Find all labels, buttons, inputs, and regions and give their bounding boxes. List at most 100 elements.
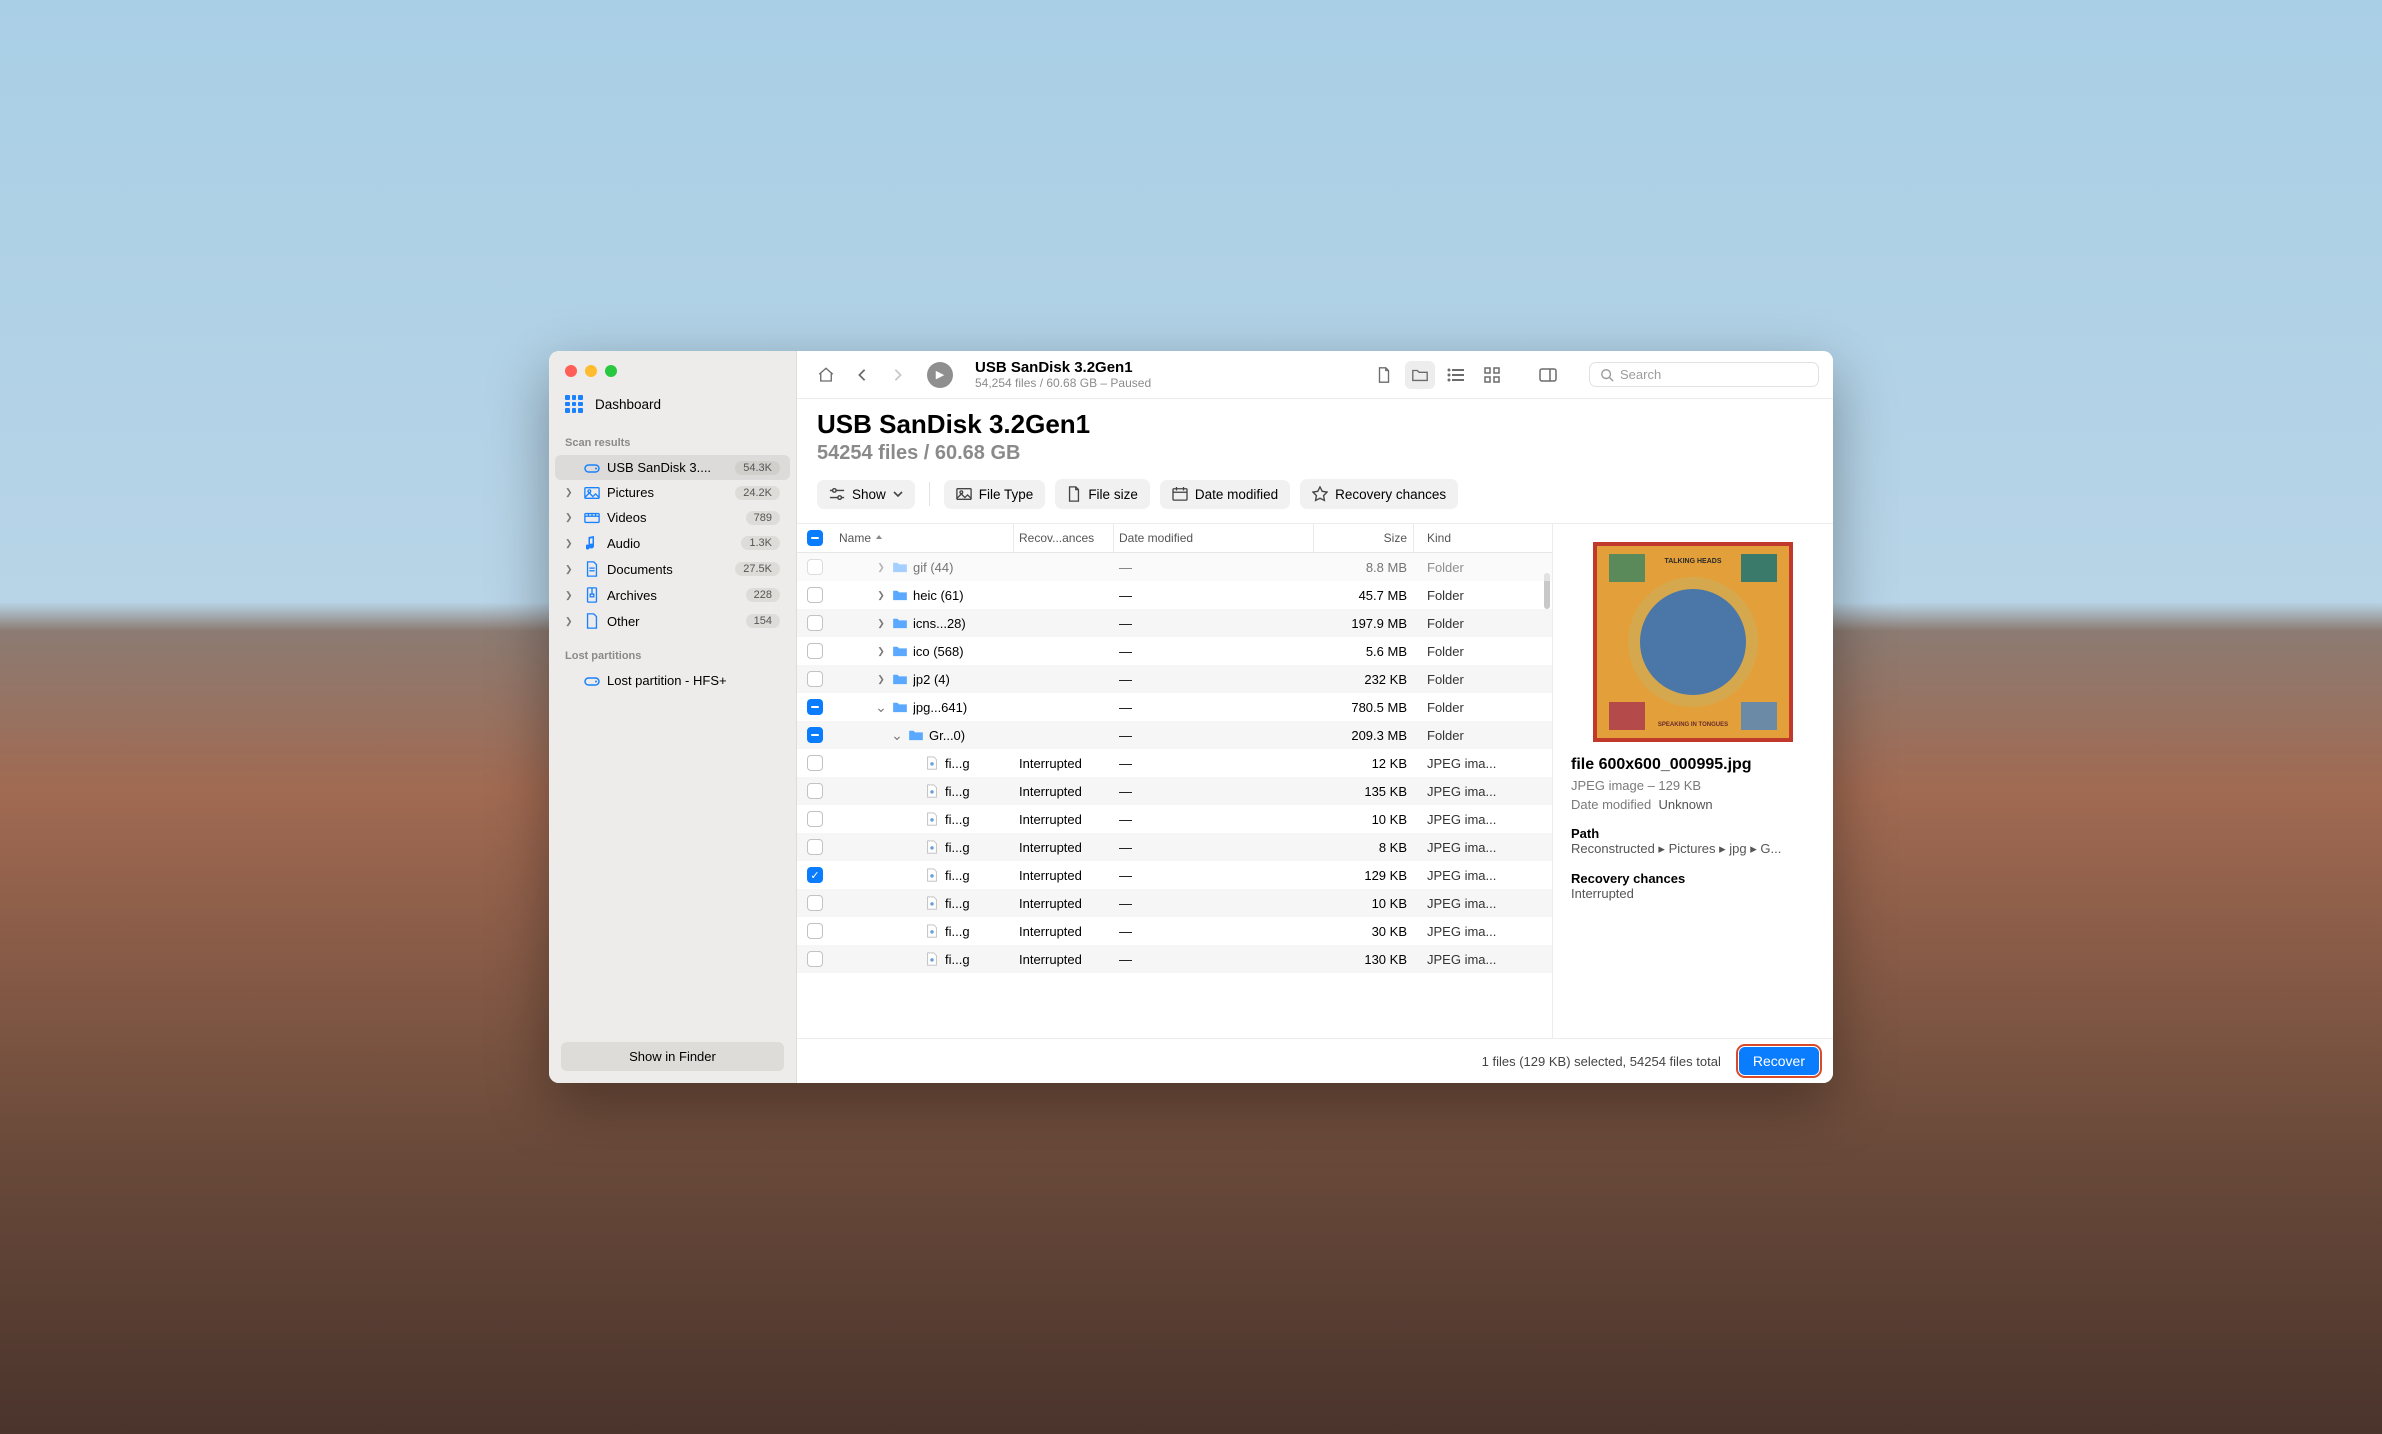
expand-toggle[interactable]: ❯ [875,562,887,573]
table-row[interactable]: fi...gInterrupted—30 KBJPEG ima... [797,917,1552,945]
row-checkbox[interactable] [807,839,823,855]
table-row[interactable]: fi...gInterrupted—10 KBJPEG ima... [797,805,1552,833]
show-in-finder-button[interactable]: Show in Finder [561,1042,784,1071]
row-checkbox[interactable] [807,951,823,967]
row-checkbox[interactable] [807,559,823,575]
sidebar-item-lost-partition[interactable]: Lost partition - HFS+ [555,668,790,693]
row-date: — [1113,840,1313,855]
sidebar-section-scan-results: Scan results [549,421,796,455]
sidebar-item-badge: 789 [746,511,780,525]
row-checkbox[interactable] [807,867,823,883]
back-button[interactable] [847,361,877,389]
row-name: fi...g [945,868,1007,883]
column-header-name[interactable]: Name [833,531,1013,545]
search-icon [1600,368,1614,382]
dashboard-grid-icon [565,395,583,413]
close-window-button[interactable] [565,365,577,377]
select-all-checkbox[interactable] [807,530,823,546]
file-icon [923,868,941,882]
details-date-modified: Date modified Unknown [1571,797,1815,812]
file-size-filter-button[interactable]: File size [1055,479,1150,509]
date-modified-filter-button[interactable]: Date modified [1160,480,1290,509]
date-modified-filter-label: Date modified [1195,487,1278,502]
file-icon [923,812,941,826]
table-row[interactable]: ❯icns...28)—197.9 MBFolder [797,609,1552,637]
details-meta: JPEG image – 129 KB [1571,778,1815,793]
sidebar-item-archives[interactable]: ❯Archives228 [555,582,790,608]
row-size: 10 KB [1313,896,1413,911]
sidebar-item-videos[interactable]: ❯Videos789 [555,505,790,530]
row-checkbox[interactable] [807,755,823,771]
table-row[interactable]: fi...gInterrupted—129 KBJPEG ima... [797,861,1552,889]
view-file-icon[interactable] [1369,361,1399,389]
column-header-recovery[interactable]: Recov...ances [1013,531,1113,545]
expand-toggle[interactable]: ❯ [875,646,887,657]
row-recovery: Interrupted [1013,840,1113,855]
expand-toggle[interactable]: ❯ [875,674,887,685]
expand-toggle[interactable]: ⌄ [891,732,903,738]
view-list-icon[interactable] [1441,361,1471,389]
sidebar-item-documents[interactable]: ❯Documents27.5K [555,556,790,582]
sidebar-item-label: USB SanDisk 3.... [607,460,729,475]
sidebar-item-usb-sandisk-[interactable]: USB SanDisk 3....54.3K [555,455,790,480]
row-checkbox[interactable] [807,923,823,939]
row-name: jp2 (4) [913,672,1007,687]
details-path-value: Reconstructed ▸ Pictures ▸ jpg ▸ G... [1571,841,1815,857]
row-checkbox[interactable] [807,615,823,631]
sidebar-item-pictures[interactable]: ❯Pictures24.2K [555,480,790,505]
sidebar-item-other[interactable]: ❯Other154 [555,608,790,634]
table-row[interactable]: ⌄Gr...0)—209.3 MBFolder [797,721,1552,749]
row-date: — [1113,924,1313,939]
show-filter-button[interactable]: Show [817,480,915,509]
table-row[interactable]: ❯ico (568)—5.6 MBFolder [797,637,1552,665]
fullscreen-window-button[interactable] [605,365,617,377]
disk-icon [583,462,601,474]
row-size: 135 KB [1313,784,1413,799]
expand-toggle[interactable]: ❯ [875,590,887,601]
table-row[interactable]: fi...gInterrupted—135 KBJPEG ima... [797,777,1552,805]
column-header-date[interactable]: Date modified [1113,531,1313,545]
row-checkbox[interactable] [807,727,823,743]
minimize-window-button[interactable] [585,365,597,377]
row-checkbox[interactable] [807,587,823,603]
table-row[interactable]: ⌄jpg...641)—780.5 MBFolder [797,693,1552,721]
table-row[interactable]: fi...gInterrupted—10 KBJPEG ima... [797,889,1552,917]
row-checkbox[interactable] [807,811,823,827]
table-row[interactable]: ❯heic (61)—45.7 MBFolder [797,581,1552,609]
recover-button[interactable]: Recover [1739,1047,1819,1075]
forward-button[interactable] [883,361,913,389]
table-row[interactable]: fi...gInterrupted—130 KBJPEG ima... [797,945,1552,973]
search-input[interactable]: Search [1589,362,1819,387]
row-checkbox[interactable] [807,895,823,911]
table-row[interactable]: ❯gif (44)—8.8 MBFolder [797,553,1552,581]
table-row[interactable]: fi...gInterrupted—8 KBJPEG ima... [797,833,1552,861]
row-name: fi...g [945,840,1007,855]
sidebar-item-audio[interactable]: ❯Audio1.3K [555,530,790,556]
sidebar-item-label: Archives [607,588,740,603]
row-name: jpg...641) [913,700,1007,715]
row-checkbox[interactable] [807,643,823,659]
toggle-sidebar-icon[interactable] [1533,361,1563,389]
row-date: — [1113,756,1313,771]
table-row[interactable]: fi...gInterrupted—12 KBJPEG ima... [797,749,1552,777]
sidebar-item-badge: 228 [746,588,780,602]
column-header-size[interactable]: Size [1313,531,1413,545]
view-folder-icon[interactable] [1405,361,1435,389]
home-button[interactable] [811,361,841,389]
calendar-icon [1172,487,1188,501]
recovery-chances-filter-button[interactable]: Recovery chances [1300,479,1458,509]
row-size: 197.9 MB [1313,616,1413,631]
row-checkbox[interactable] [807,671,823,687]
file-type-filter-button[interactable]: File Type [944,480,1046,509]
view-grid-icon[interactable] [1477,361,1507,389]
resume-scan-button[interactable]: ▶ [927,362,953,388]
table-body[interactable]: ❯gif (44)—8.8 MBFolder❯heic (61)—45.7 MB… [797,553,1552,1038]
row-checkbox[interactable] [807,783,823,799]
row-checkbox[interactable] [807,699,823,715]
expand-toggle[interactable]: ❯ [875,618,887,629]
column-header-kind[interactable]: Kind [1413,531,1552,545]
sidebar-item-dashboard[interactable]: Dashboard [549,387,796,421]
toolbar: ▶ USB SanDisk 3.2Gen1 54,254 files / 60.… [797,351,1833,399]
table-row[interactable]: ❯jp2 (4)—232 KBFolder [797,665,1552,693]
expand-toggle[interactable]: ⌄ [875,704,887,710]
